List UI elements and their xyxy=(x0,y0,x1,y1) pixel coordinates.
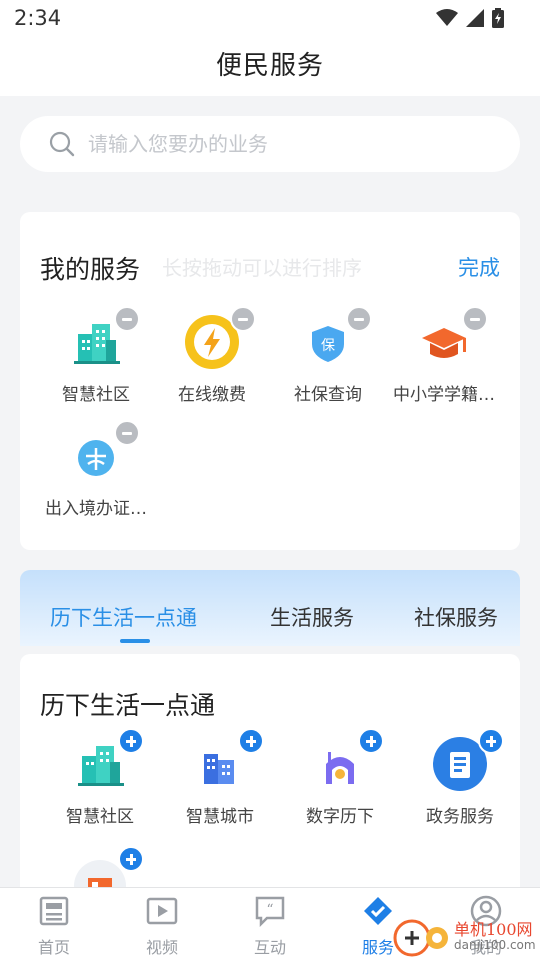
watermark-logo-icon xyxy=(393,919,448,957)
search-area xyxy=(0,96,540,182)
section-heading: 历下生活一点通 xyxy=(40,691,216,720)
service-icon xyxy=(364,897,392,925)
sort-hint: 长按拖动可以进行排序 xyxy=(162,256,362,280)
lixia-life-card: 历下生活一点通 智慧社区 智慧城市 数字历下 政务服务 xyxy=(20,654,520,914)
add-service-item[interactable]: 智慧社区 xyxy=(42,728,158,827)
search-box[interactable] xyxy=(20,116,520,172)
nav-label: 互动 xyxy=(253,938,286,957)
my-services-heading: 我的服务 xyxy=(40,255,141,284)
svg-text:“: “ xyxy=(266,902,273,918)
remove-badge-icon[interactable] xyxy=(114,420,140,446)
battery-icon xyxy=(492,8,504,28)
service-label: 在线缴费 xyxy=(178,385,246,405)
done-button[interactable]: 完成 xyxy=(458,252,500,282)
remove-badge-icon[interactable] xyxy=(462,306,488,332)
watermark-text: 单机100网 xyxy=(454,920,533,939)
tab-life-services[interactable]: 生活服务 xyxy=(270,602,354,632)
nav-label: 视频 xyxy=(145,938,178,957)
service-label: 政务服务 xyxy=(426,807,494,827)
my-service-item[interactable]: 在线缴费 xyxy=(154,306,270,405)
service-label: 数字历下 xyxy=(306,807,374,827)
nav-video[interactable]: 视频 xyxy=(108,888,216,960)
service-label: 中小学学籍… xyxy=(393,385,495,405)
site-watermark: 单机100网 danji100.com xyxy=(392,912,540,960)
add-badge-icon[interactable] xyxy=(238,728,264,754)
home-icon xyxy=(39,896,69,926)
wifi-icon xyxy=(436,9,458,26)
add-service-item[interactable]: 政务服务 xyxy=(402,728,518,827)
search-icon xyxy=(49,131,75,157)
interaction-icon: “ xyxy=(255,896,285,928)
svg-text:保: 保 xyxy=(321,338,335,354)
service-label: 智慧社区 xyxy=(66,807,134,827)
add-service-item[interactable]: 智慧城市 xyxy=(162,728,278,827)
add-badge-icon[interactable] xyxy=(118,728,144,754)
add-badge-icon[interactable] xyxy=(358,728,384,754)
search-input[interactable] xyxy=(88,116,488,172)
nav-label: 首页 xyxy=(37,938,70,957)
add-badge-icon[interactable] xyxy=(478,728,504,754)
signal-icon xyxy=(466,9,484,27)
category-tabs: 历下生活一点通 生活服务 社保服务 xyxy=(20,570,520,646)
service-label: 社保查询 xyxy=(294,385,362,405)
my-service-item[interactable]: 出入境办证… xyxy=(38,420,154,519)
remove-badge-icon[interactable] xyxy=(114,306,140,332)
add-service-item[interactable]: 数字历下 xyxy=(282,728,398,827)
service-label: 出入境办证… xyxy=(45,499,147,519)
status-bar: 2:34 xyxy=(0,0,540,36)
remove-badge-icon[interactable] xyxy=(230,306,256,332)
tab-lixia-life[interactable]: 历下生活一点通 xyxy=(50,602,197,632)
nav-home[interactable]: 首页 xyxy=(0,888,108,960)
service-label: 智慧社区 xyxy=(62,385,130,405)
video-icon xyxy=(146,897,178,925)
my-service-item[interactable]: 智慧社区 xyxy=(38,306,154,405)
my-services-card: 我的服务 长按拖动可以进行排序 完成 智慧社区 在线缴费 保 社保查询 中小学学… xyxy=(20,212,520,550)
page-title: 便民服务 xyxy=(215,51,324,81)
my-service-item[interactable]: 保 社保查询 xyxy=(270,306,386,405)
service-label: 智慧城市 xyxy=(186,807,254,827)
my-service-item[interactable]: 中小学学籍… xyxy=(386,306,502,405)
nav-interaction[interactable]: “ 互动 xyxy=(216,888,324,960)
watermark-url: danji100.com xyxy=(454,938,536,952)
title-bar: 便民服务 xyxy=(0,36,540,96)
add-badge-icon[interactable] xyxy=(118,846,144,872)
remove-badge-icon[interactable] xyxy=(346,306,372,332)
tab-social-security-services[interactable]: 社保服务 xyxy=(414,602,498,632)
active-tab-indicator xyxy=(120,639,150,643)
status-icons xyxy=(436,8,504,28)
status-time: 2:34 xyxy=(14,6,62,30)
